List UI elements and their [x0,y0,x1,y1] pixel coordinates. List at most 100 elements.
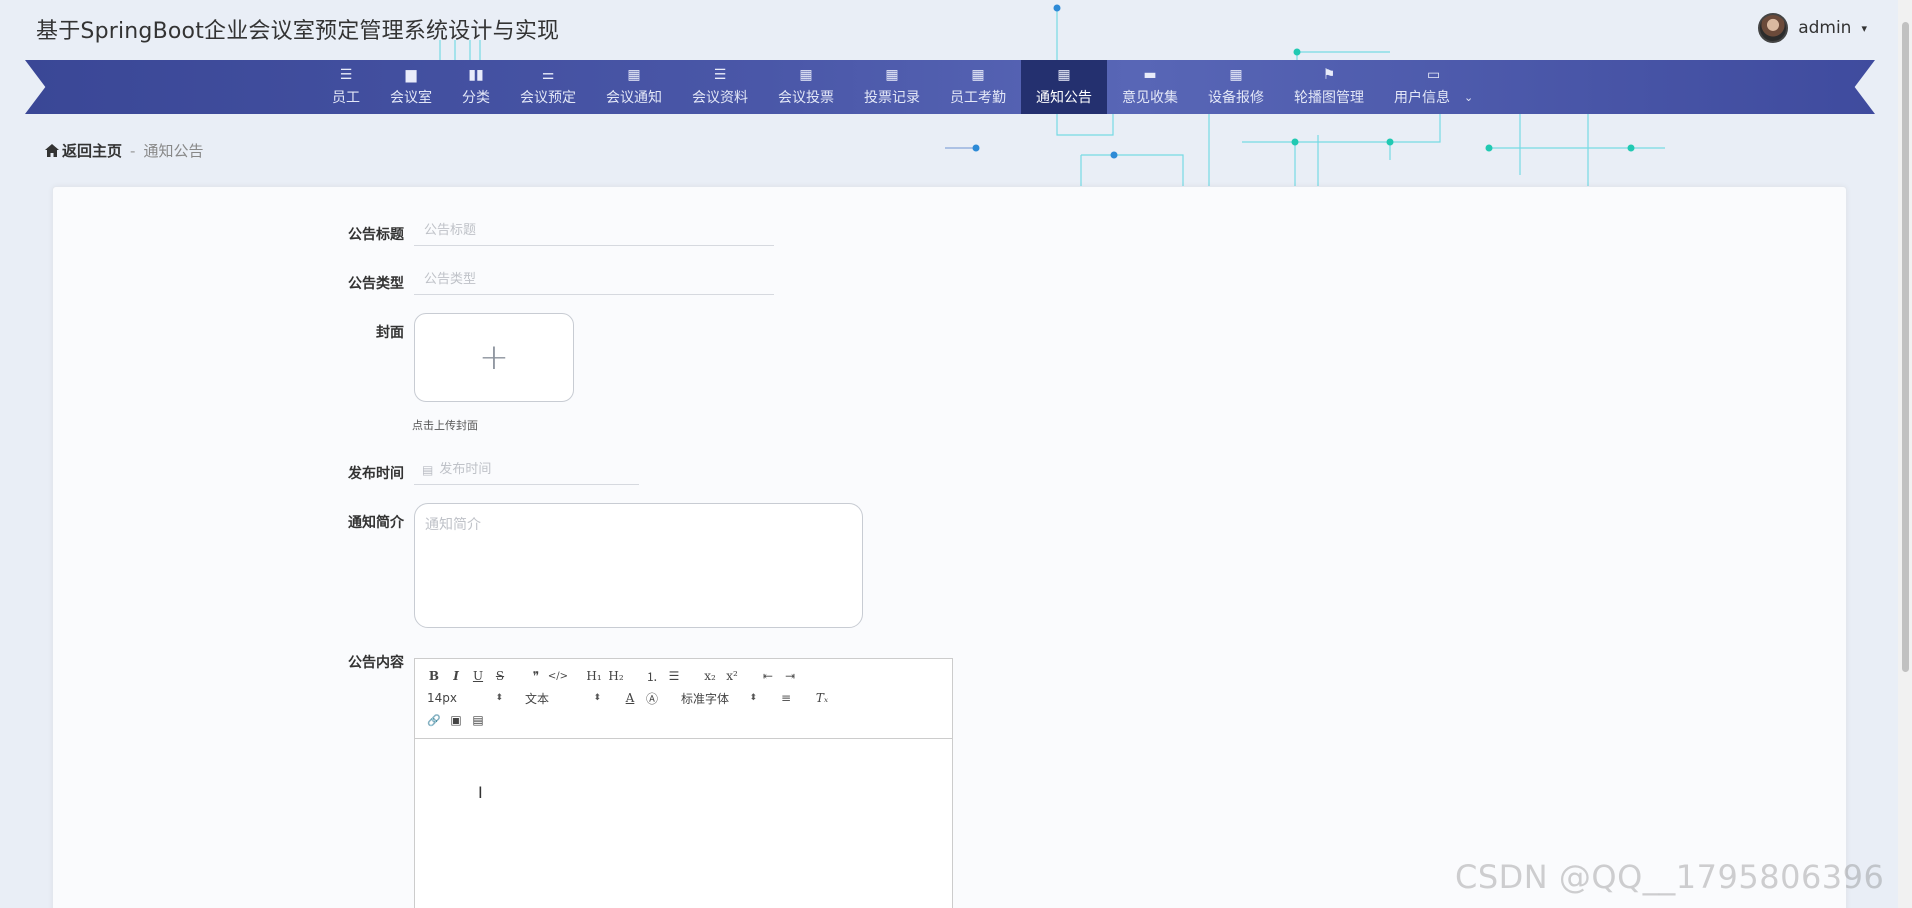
type-input[interactable] [414,265,774,295]
nav-item-0[interactable]: ☰ 员工 [317,60,375,114]
nav-item-6[interactable]: ▦ 会议投票 [763,60,849,114]
bullet-list-button[interactable]: ☰ [663,667,685,685]
nav-item-label[interactable]: 用户信息 [1394,87,1450,107]
flag-icon: ⚑ [1322,67,1336,83]
nav-item-label[interactable]: 员工考勤 [950,87,1006,107]
cover-upload-button[interactable]: + [414,313,574,402]
h2-button[interactable]: H₂ [605,667,627,685]
nav-item-9[interactable]: ▦ 通知公告 [1021,60,1107,114]
briefcase-icon: ▬ [1143,67,1157,83]
intro-label: 通知简介 [348,515,404,531]
username[interactable]: admin [1798,18,1851,38]
nav-item-label[interactable]: 设备报修 [1208,87,1264,107]
ordered-list-button[interactable]: ⒈ [641,667,663,685]
image-button[interactable]: ▣ [445,711,467,729]
block-format-select[interactable]: 文本 ⬍ [521,689,605,707]
breadcrumb-current: 通知公告 [143,142,204,160]
nav-item-5[interactable]: ☰ 会议资料 [677,60,763,114]
avatar[interactable] [1758,13,1789,43]
grid-icon: ▦ [971,67,985,83]
align-button[interactable]: ≡ [775,689,797,707]
intro-textarea[interactable] [414,503,863,628]
italic-button[interactable]: I [445,667,467,685]
caret-down-icon[interactable]: ▾ [1861,22,1867,35]
block-format-value: 文本 [525,691,550,706]
chat-icon: ▆ [405,67,417,83]
breadcrumb-separator: - [130,141,136,160]
nav-item-label[interactable]: 会议预定 [520,87,576,107]
title-label: 公告标题 [348,227,404,243]
nav-item-label[interactable]: 轮播图管理 [1294,87,1364,107]
cover-label: 封面 [376,325,404,341]
updown-icon: ⬍ [593,693,601,703]
bold-button[interactable]: B [423,667,445,685]
outdent-button[interactable]: ⇤ [757,667,779,685]
nav-items: ☰ 员工 ▆ 会议室 ▮▮ 分类 ⚌ 会议预定 ▦ 会议通知 ☰ 会议资料 ▦ 会议投票 ▦ 投票记录 ▦ 员工考… [317,60,1488,114]
background-color-button[interactable]: Ⓐ [641,689,663,707]
nav-item-3[interactable]: ⚌ 会议预定 [505,60,591,114]
calendar-icon: ▤ [422,462,434,477]
nav-item-13[interactable]: ▭ 用户信息 ⌄ [1379,60,1488,114]
nav-item-label[interactable]: 会议通知 [606,87,662,107]
type-label: 公告类型 [348,276,404,292]
grid-icon: ▦ [799,67,813,83]
h1-button[interactable]: H₁ [583,667,605,685]
font-family-select[interactable]: 标准字体 ⬍ [677,689,761,707]
grid-icon: ▦ [1229,67,1243,83]
nav-item-10[interactable]: ▬ 意见收集 [1107,60,1193,114]
editor-toolbar: B I U S ❞ </> H₁ H₂ ⒈ ☰ x₂ x² ⇤ ⇥ 14px ⬍ [415,659,952,739]
site-title: 基于SpringBoot企业会议室预定管理系统设计与实现 [36,19,560,44]
underline-button[interactable]: U [467,667,489,685]
nav-item-8[interactable]: ▦ 员工考勤 [935,60,1021,114]
page-scrollbar[interactable] [1898,0,1912,908]
nav-item-1[interactable]: ▆ 会议室 [375,60,447,114]
nav-item-12[interactable]: ⚑ 轮播图管理 [1279,60,1379,114]
nav-item-label[interactable]: 会议资料 [692,87,748,107]
font-family-value: 标准字体 [681,691,730,706]
code-button[interactable]: </> [547,667,569,685]
editor-content-area[interactable]: I [415,739,952,908]
list-icon: ☰ [339,67,353,83]
nav-item-label[interactable]: 分类 [462,87,490,107]
chevron-down-icon[interactable]: ⌄ [1464,91,1473,104]
cover-upload-hint: 点击上传封面 [412,419,478,432]
font-color-button[interactable]: A [619,689,641,707]
nav-item-label[interactable]: 意见收集 [1122,87,1178,107]
title-input[interactable] [414,216,774,246]
window-icon: ▭ [1426,67,1441,83]
nav-item-label[interactable]: 会议室 [390,87,432,107]
nav-item-7[interactable]: ▦ 投票记录 [849,60,935,114]
superscript-button[interactable]: x² [721,667,743,685]
indent-button[interactable]: ⇥ [779,667,801,685]
nav-item-label[interactable]: 会议投票 [778,87,834,107]
content-label: 公告内容 [348,655,404,671]
breadcrumb-home[interactable]: 返回主页 [45,140,122,161]
font-size-select[interactable]: 14px ⬍ [423,689,507,707]
nav-item-2[interactable]: ▮▮ 分类 [447,60,505,114]
quote-button[interactable]: ❞ [525,667,547,685]
strike-button[interactable]: S [489,667,511,685]
top-header: 基于SpringBoot企业会议室预定管理系统设计与实现 admin ▾ [0,0,1912,60]
nav-item-label[interactable]: 投票记录 [864,87,920,107]
publish-time-label: 发布时间 [348,466,404,482]
user-menu[interactable]: admin ▾ [1758,13,1867,43]
scrollbar-thumb[interactable] [1902,22,1909,672]
video-button[interactable]: ▤ [467,711,489,729]
nav-item-label[interactable]: 通知公告 [1036,87,1092,107]
publish-time-picker[interactable]: ▤ [414,455,639,485]
list-icon: ☰ [713,67,727,83]
breadcrumb-home-label[interactable]: 返回主页 [62,140,122,161]
watermark: CSDN @QQ__1795806396 [1455,858,1885,896]
publish-time-input[interactable] [439,462,630,477]
main-navbar: ☰ 员工 ▆ 会议室 ▮▮ 分类 ⚌ 会议预定 ▦ 会议通知 ☰ 会议资料 ▦ 会议投票 ▦ 投票记录 ▦ 员工考… [25,60,1875,114]
grid-icon: ▦ [1057,67,1071,83]
plus-icon: + [478,337,510,378]
nav-item-11[interactable]: ▦ 设备报修 [1193,60,1279,114]
nav-item-label[interactable]: 员工 [332,87,360,107]
updown-icon: ⬍ [495,693,503,703]
link-button[interactable]: 🔗 [423,711,445,729]
subscript-button[interactable]: x₂ [699,667,721,685]
clean-format-button[interactable]: Tₓ [811,689,833,707]
nav-item-4[interactable]: ▦ 会议通知 [591,60,677,114]
rich-text-editor: B I U S ❞ </> H₁ H₂ ⒈ ☰ x₂ x² ⇤ ⇥ 14px ⬍ [414,658,953,908]
